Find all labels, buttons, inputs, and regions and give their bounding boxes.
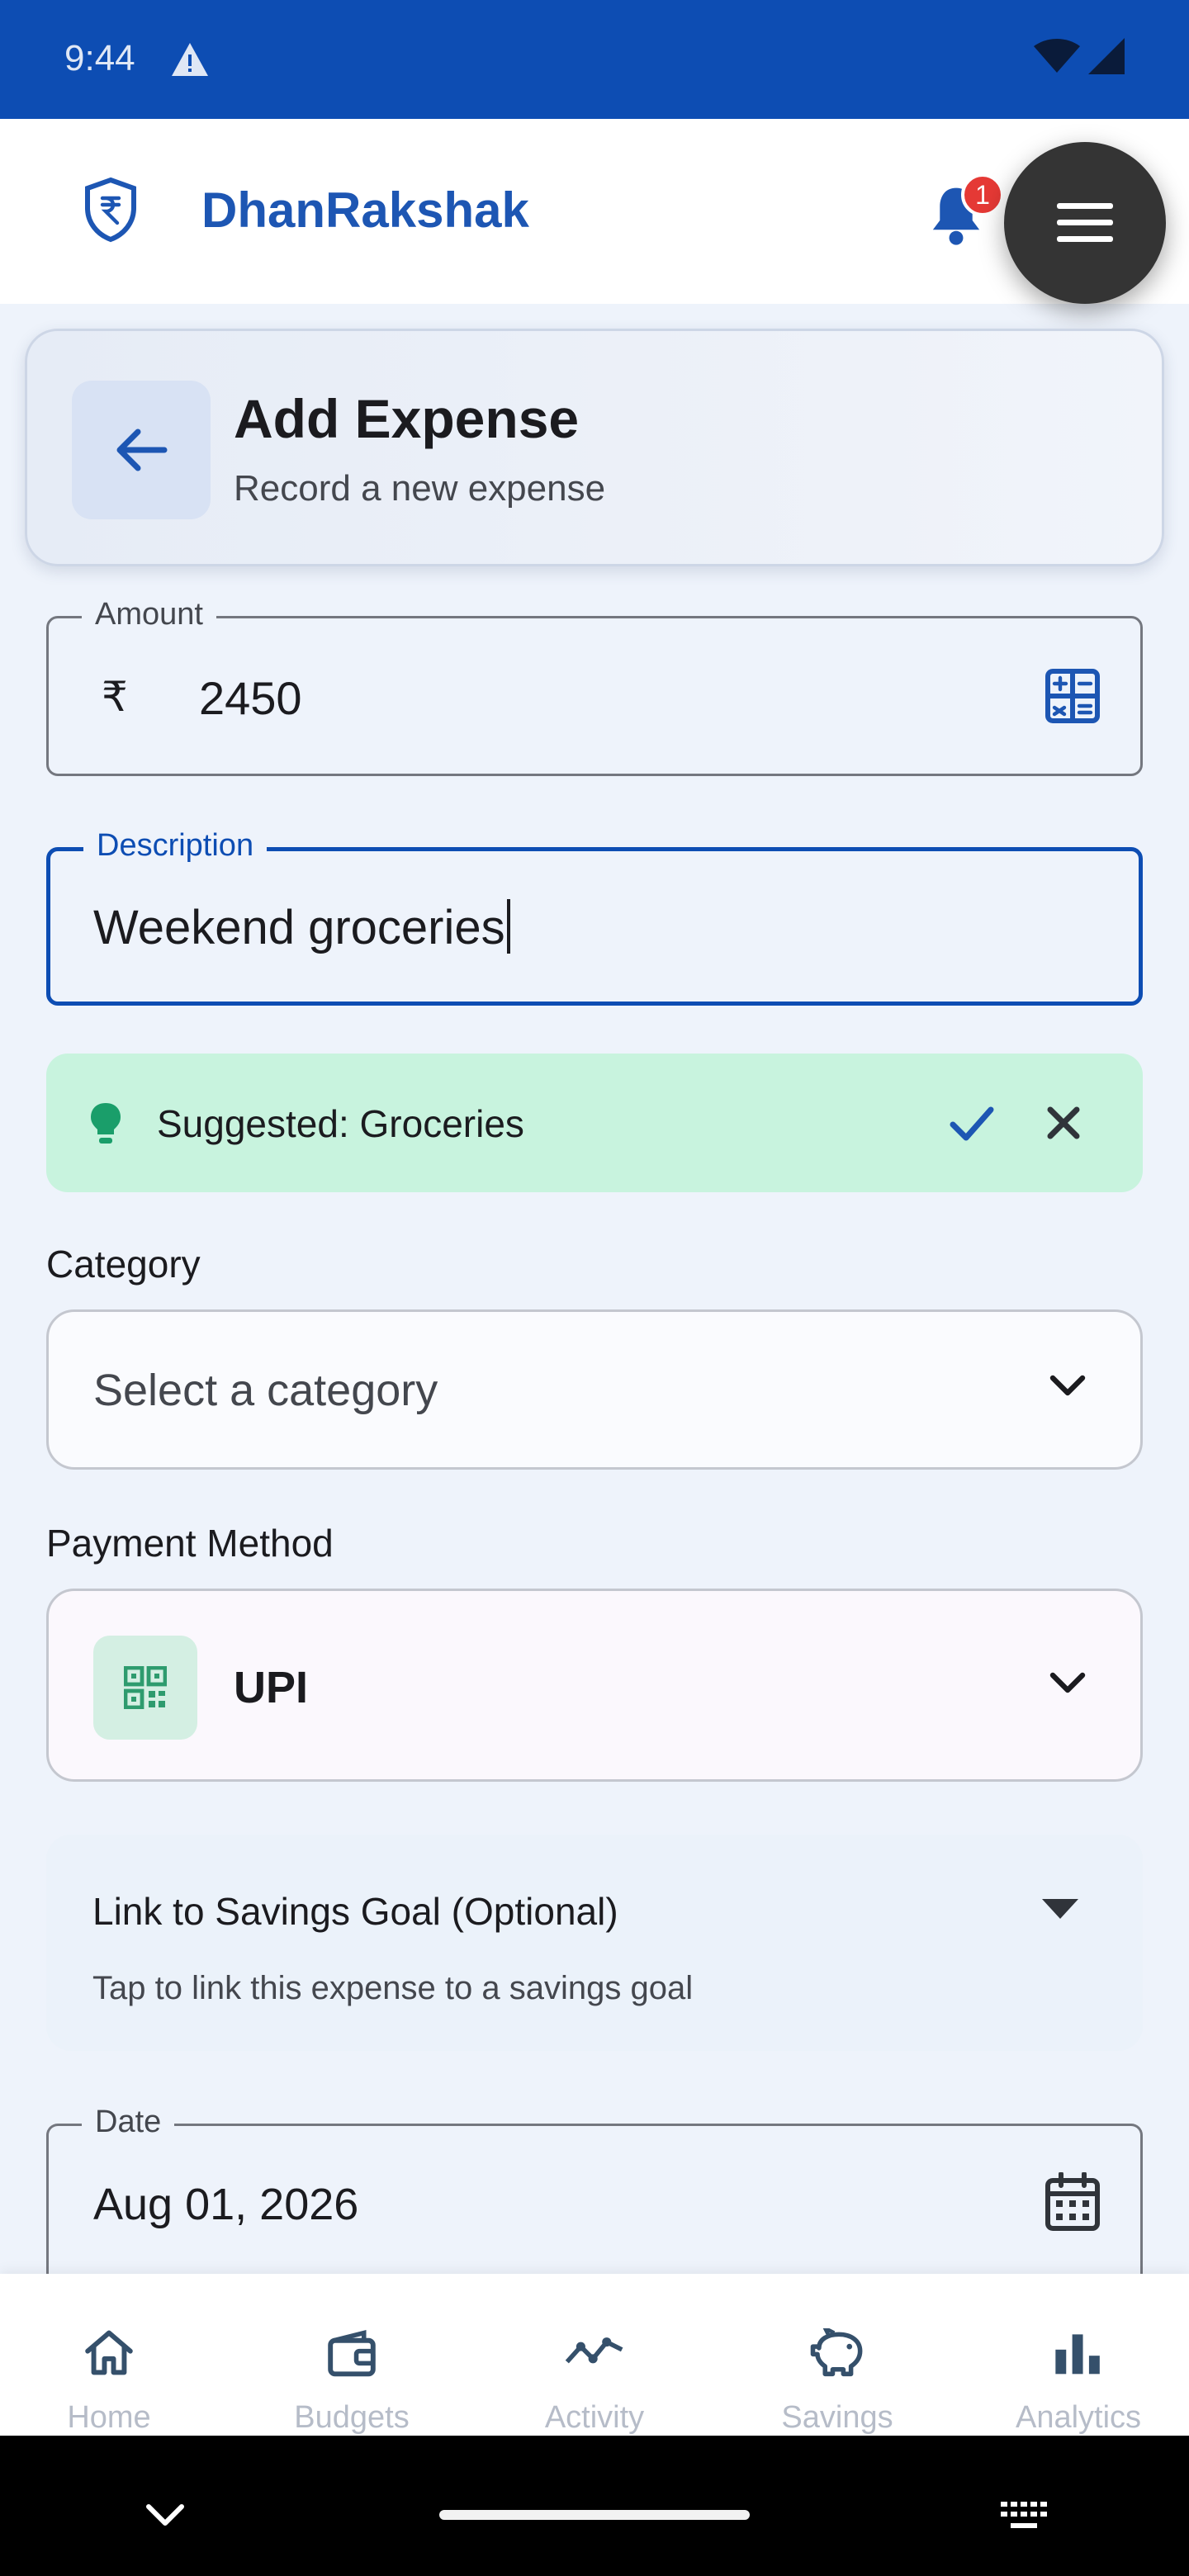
wifi-icon — [1034, 38, 1080, 78]
payment-method-label: Payment Method — [46, 1522, 334, 1565]
bottom-navigation: Home Budgets Activity Savings Analytics — [0, 2274, 1189, 2436]
category-placeholder: Select a category — [93, 1366, 438, 1415]
close-icon — [1047, 1106, 1080, 1139]
description-field[interactable]: Description Weekend groceries — [46, 828, 1143, 1006]
bar-chart-icon — [1055, 2334, 1100, 2375]
collapse-keyboard-icon[interactable] — [145, 2503, 185, 2531]
page-header-card: Add Expense Record a new expense — [25, 329, 1164, 566]
check-icon — [950, 1106, 994, 1141]
description-label: Description — [83, 828, 268, 864]
nav-label-home: Home — [67, 2400, 151, 2435]
savings-goal-subtitle: Tap to link this expense to a savings go… — [92, 1970, 694, 2006]
accept-suggestion-button[interactable] — [945, 1096, 997, 1149]
dismiss-suggestion-button[interactable] — [1037, 1096, 1090, 1149]
nav-label-savings: Savings — [781, 2400, 893, 2435]
home-icon — [85, 2330, 133, 2375]
system-navigation-bar — [0, 2436, 1189, 2576]
home-gesture-handle[interactable] — [439, 2510, 750, 2520]
category-select[interactable]: Select a category — [46, 1309, 1143, 1470]
nav-item-home[interactable]: Home — [26, 2274, 192, 2436]
qr-code-icon — [93, 1636, 197, 1740]
app-title: DhanRakshak — [201, 182, 529, 238]
description-text: Weekend groceries — [93, 901, 505, 954]
savings-goal-title: Link to Savings Goal (Optional) — [92, 1890, 618, 1933]
nav-item-analytics[interactable]: Analytics — [996, 2274, 1161, 2436]
savings-goal-link-card[interactable]: Link to Savings Goal (Optional) Tap to l… — [46, 1835, 1143, 2051]
chevron-down-icon — [1048, 1670, 1087, 1701]
description-input[interactable]: Weekend groceries — [93, 899, 510, 955]
calendar-icon[interactable] — [1045, 2171, 1101, 2236]
nav-label-budgets: Budgets — [294, 2400, 410, 2435]
payment-method-value: UPI — [234, 1663, 309, 1712]
status-bar: 9:44 — [0, 0, 1189, 119]
nav-item-activity[interactable]: Activity — [512, 2274, 677, 2436]
category-suggestion: Suggested: Groceries — [46, 1054, 1143, 1192]
lightbulb-icon — [88, 1101, 124, 1150]
shield-rupee-logo-icon — [83, 177, 139, 247]
arrow-left-icon — [116, 429, 168, 471]
date-label: Date — [82, 2105, 175, 2140]
signal-icon — [1088, 38, 1125, 78]
notification-badge: 1 — [961, 173, 1004, 216]
date-value: Aug 01, 2026 — [93, 2180, 359, 2229]
amount-input[interactable]: 2450 — [199, 671, 302, 725]
text-caret — [506, 899, 510, 954]
caret-down-icon — [1042, 1899, 1078, 1923]
page-subtitle: Record a new expense — [234, 468, 606, 509]
payment-method-select[interactable]: UPI — [46, 1589, 1143, 1782]
amount-label: Amount — [82, 597, 216, 632]
nav-label-analytics: Analytics — [1015, 2400, 1142, 2435]
status-time: 9:44 — [64, 38, 135, 78]
activity-icon — [565, 2337, 623, 2364]
page-title: Add Expense — [234, 388, 580, 449]
back-button[interactable] — [72, 381, 211, 519]
menu-button[interactable] — [1004, 142, 1166, 304]
keyboard-switch-icon[interactable] — [999, 2500, 1049, 2537]
suggestion-text: Suggested: Groceries — [157, 1102, 524, 1145]
chevron-down-icon — [1048, 1373, 1087, 1404]
nav-item-savings[interactable]: Savings — [755, 2274, 920, 2436]
wallet-icon — [328, 2329, 376, 2377]
piggy-bank-icon — [810, 2328, 863, 2377]
nav-label-activity: Activity — [544, 2400, 645, 2435]
category-label: Category — [46, 1243, 201, 1286]
rupee-symbol: ₹ — [102, 674, 128, 720]
nav-item-budgets[interactable]: Budgets — [269, 2274, 434, 2436]
calculator-icon[interactable] — [1045, 668, 1101, 728]
amount-field[interactable]: Amount ₹ 2450 — [46, 597, 1143, 776]
hamburger-menu-icon — [1057, 203, 1113, 242]
warning-icon — [170, 41, 210, 82]
